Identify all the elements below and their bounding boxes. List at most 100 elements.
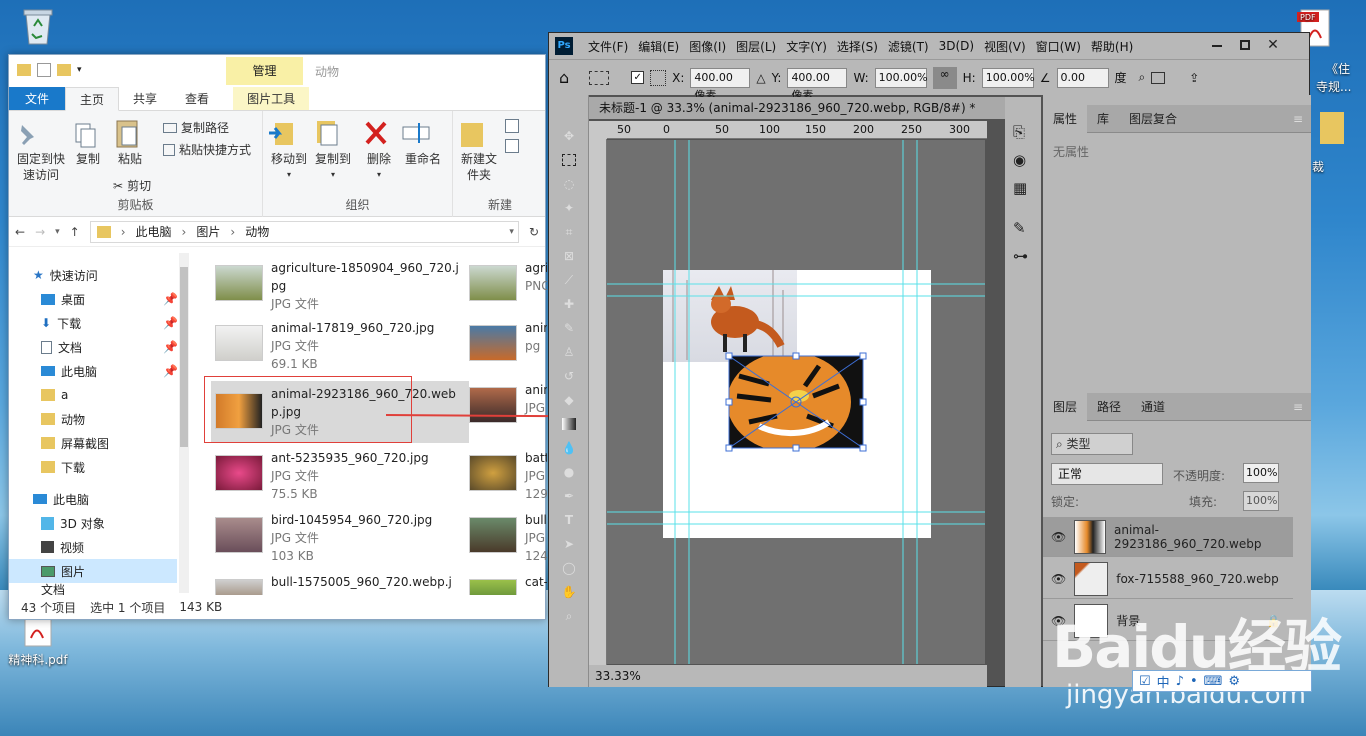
- tab-layer-comps[interactable]: 图层复合: [1119, 105, 1187, 133]
- nav-item-videos[interactable]: 视频: [9, 535, 179, 559]
- file-item[interactable]: agriculture-1850904_960_720.jpg JPG 文件: [215, 259, 459, 313]
- move-tool-icon[interactable]: ✥: [558, 125, 580, 147]
- ruler-vertical[interactable]: [589, 139, 607, 673]
- address-box[interactable]: › 此电脑 › 图片 › 动物 ▾: [89, 220, 519, 243]
- nav-scrollbar[interactable]: [179, 253, 189, 593]
- properties-icon[interactable]: [37, 63, 51, 77]
- layer-row-fox[interactable]: 👁 fox-715588_960_720.webp: [1043, 559, 1293, 599]
- refresh-icon[interactable]: ↻: [529, 225, 539, 239]
- file-item[interactable]: ant-5235935_960_720.jpg JPG 文件 75.5 KB: [215, 449, 459, 503]
- menu-type[interactable]: 文字(Y): [781, 38, 832, 55]
- workspace-icon[interactable]: [1151, 71, 1166, 84]
- new-folder-icon[interactable]: [57, 64, 71, 76]
- tab-view[interactable]: 查看: [171, 87, 223, 110]
- eye-icon[interactable]: 👁: [1051, 572, 1066, 586]
- tab-file[interactable]: 文件: [9, 87, 66, 110]
- tab-layers[interactable]: 图层: [1043, 392, 1088, 421]
- eye-icon[interactable]: 👁: [1051, 530, 1066, 544]
- x-input[interactable]: 400.00 像素: [690, 67, 751, 102]
- file-item[interactable]: animal-17819_960_720.jpg JPG 文件 69.1 KB: [215, 319, 459, 373]
- layer-filter-select[interactable]: ⌕ 类型: [1051, 433, 1133, 455]
- pin-quick-access-button[interactable]: 固定到快速访问: [13, 121, 69, 183]
- tab-home[interactable]: 主页: [65, 87, 120, 111]
- swatches-panel-icon[interactable]: ◉: [1013, 151, 1026, 169]
- canvas-area[interactable]: [607, 140, 985, 664]
- copy-button[interactable]: 复制: [71, 121, 105, 167]
- nav-item-documents[interactable]: 文档 📌: [9, 335, 179, 359]
- recycle-bin[interactable]: [14, 6, 62, 49]
- nav-quick-access[interactable]: ★ 快速访问: [9, 263, 179, 287]
- y-input[interactable]: 400.00 像素: [787, 67, 848, 102]
- checkbox-icon[interactable]: ✓: [631, 71, 645, 84]
- opacity-input[interactable]: 100%: [1243, 463, 1279, 483]
- blur-tool-icon[interactable]: 💧: [558, 437, 580, 459]
- gradient-tool-icon[interactable]: [558, 413, 580, 435]
- delete-button[interactable]: 删除 ▾: [361, 117, 397, 183]
- grid-panel-icon[interactable]: ▦: [1013, 179, 1027, 197]
- maximize-button[interactable]: [1233, 37, 1257, 55]
- layer-row-tiger[interactable]: 👁 animal-2923186_960_720.webp: [1043, 517, 1293, 557]
- up-arrow-icon[interactable]: ↑: [70, 225, 80, 239]
- tab-properties[interactable]: 属性: [1043, 104, 1088, 133]
- ime-settings-icon[interactable]: ⚙: [1228, 674, 1240, 689]
- eyedropper-tool-icon[interactable]: ⟋: [558, 269, 580, 291]
- move-to-button[interactable]: 移动到 ▾: [267, 117, 311, 183]
- menu-layer[interactable]: 图层(L): [731, 38, 781, 55]
- ime-item[interactable]: ♪: [1176, 674, 1184, 689]
- file-item[interactable]: bird-1045954_960_720.jpg JPG 文件 103 KB: [215, 511, 459, 565]
- history-brush-tool-icon[interactable]: ↺: [558, 365, 580, 387]
- menu-filter[interactable]: 滤镜(T): [883, 38, 934, 55]
- share-icon[interactable]: ⇪: [1189, 71, 1199, 85]
- tab-paths[interactable]: 路径: [1087, 393, 1131, 421]
- nav-item-downloads[interactable]: ⬇ 下载 📌: [9, 311, 179, 335]
- eraser-tool-icon[interactable]: ◆: [558, 389, 580, 411]
- menu-icon[interactable]: ≡: [1293, 112, 1303, 126]
- zoom-level[interactable]: 33.33%: [595, 669, 641, 683]
- history-panel-icon[interactable]: ⎘: [1013, 123, 1025, 141]
- nav-item-downloads-2[interactable]: 下载: [9, 455, 179, 479]
- menu-edit[interactable]: 编辑(E): [633, 38, 684, 55]
- menu-image[interactable]: 图像(I): [684, 38, 731, 55]
- file-item[interactable]: bull-1575005_960_720.webp.jpgJPG 文件: [215, 573, 459, 595]
- breadcrumb-animals[interactable]: 动物: [245, 223, 269, 240]
- context-tab-manage[interactable]: 管理: [226, 57, 303, 85]
- rename-button[interactable]: 重命名: [401, 117, 445, 167]
- home-icon[interactable]: ⌂: [559, 68, 569, 87]
- file-item[interactable]: aninpg: [469, 319, 547, 361]
- ime-item[interactable]: •: [1190, 674, 1198, 689]
- new-item-button[interactable]: [505, 119, 527, 133]
- forward-arrow-icon[interactable]: →: [35, 225, 45, 239]
- desktop-folder-icon[interactable]: [1320, 112, 1344, 144]
- document-tab[interactable]: 未标题-1 @ 33.3% (animal-2923186_960_720.we…: [589, 97, 1009, 119]
- ellipse-tool-icon[interactable]: ◯: [558, 557, 580, 579]
- frame-tool-icon[interactable]: ⊠: [558, 245, 580, 267]
- reference-point-icon[interactable]: [650, 69, 667, 86]
- adjust-panel-icon[interactable]: ⊶: [1013, 247, 1028, 265]
- blend-mode-select[interactable]: 正常: [1051, 463, 1163, 485]
- pen-tool-icon[interactable]: ✒: [558, 485, 580, 507]
- brush-tool-icon[interactable]: ✎: [558, 317, 580, 339]
- nav-item-desktop[interactable]: 桌面 📌: [9, 287, 179, 311]
- menu-3d[interactable]: 3D(D): [934, 39, 979, 53]
- nav-this-pc[interactable]: 此电脑: [9, 487, 179, 511]
- chevron-down-icon[interactable]: ▾: [55, 227, 60, 237]
- file-item[interactable]: cat-JPG: [469, 573, 547, 595]
- close-button[interactable]: ✕: [1261, 37, 1285, 55]
- brush-panel-icon[interactable]: ✎: [1013, 219, 1026, 237]
- marquee-tool-icon[interactable]: [558, 149, 580, 171]
- ruler-horizontal[interactable]: 50 0 50 100 150 200 250 300: [607, 121, 987, 139]
- lasso-tool-icon[interactable]: ◌: [558, 173, 580, 195]
- stamp-tool-icon[interactable]: ♙: [558, 341, 580, 363]
- nav-item-pictures[interactable]: 图片: [9, 559, 177, 583]
- nav-item-a[interactable]: a: [9, 383, 179, 407]
- dodge-tool-icon[interactable]: ●: [558, 461, 580, 483]
- file-item[interactable]: agri PNG: [469, 259, 547, 301]
- ime-chinese-toggle[interactable]: 中: [1157, 672, 1170, 691]
- copy-path-button[interactable]: 复制路径: [163, 119, 229, 136]
- angle-input[interactable]: 0.00: [1056, 67, 1109, 88]
- type-tool-icon[interactable]: T: [558, 509, 580, 531]
- file-item[interactable]: bull-JPG124: [469, 511, 547, 565]
- chevron-down-icon[interactable]: ▾: [77, 65, 82, 75]
- minimize-button[interactable]: [1205, 37, 1229, 55]
- cut-button[interactable]: ✂ 剪切: [113, 177, 151, 194]
